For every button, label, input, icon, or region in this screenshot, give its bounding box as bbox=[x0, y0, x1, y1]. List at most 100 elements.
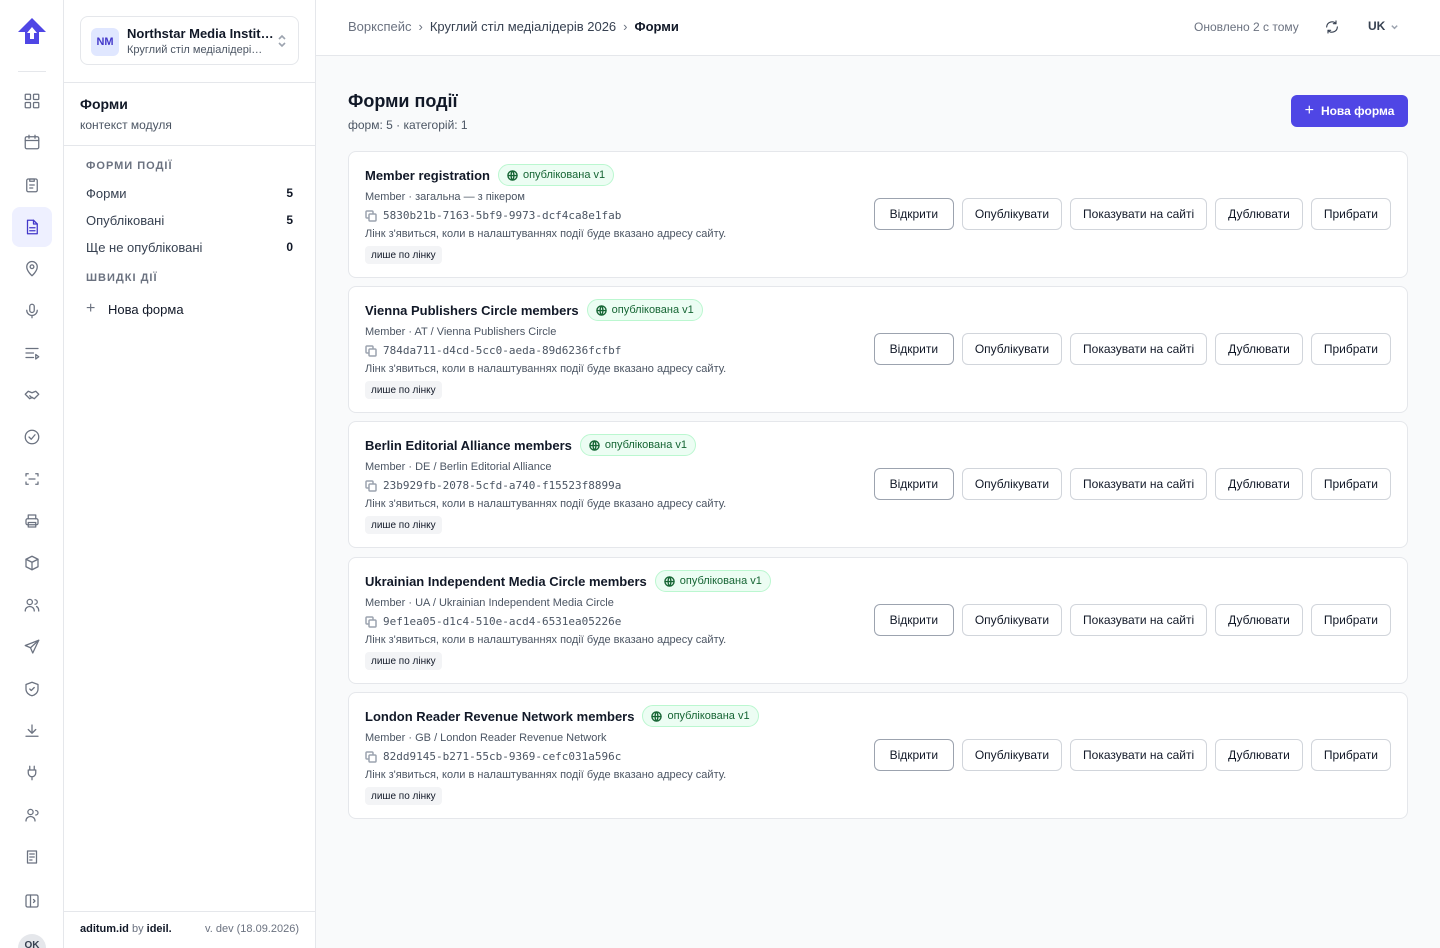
clipboard-icon[interactable] bbox=[12, 165, 52, 205]
form-title[interactable]: Member registration bbox=[365, 168, 490, 183]
duplicate-button[interactable]: Дублювати bbox=[1215, 739, 1303, 771]
form-title[interactable]: Ukrainian Independent Media Circle membe… bbox=[365, 574, 647, 589]
form-title[interactable]: London Reader Revenue Network members bbox=[365, 709, 634, 724]
publish-button[interactable]: Опублікувати bbox=[961, 198, 1063, 230]
form-meta: Member · DE / Berlin Editorial Alliance bbox=[365, 461, 552, 473]
status-badge: опублікована v1 bbox=[654, 570, 771, 592]
form-card: Berlin Editorial Alliance members опублі… bbox=[348, 421, 1408, 548]
show-on-site-button[interactable]: Показувати на сайті bbox=[1070, 604, 1208, 636]
form-uuid: 784da711-d4cd-5cc0-aeda-89d6236fcfbf bbox=[383, 344, 622, 357]
form-link-hint: Лінк з'явиться, коли в налаштуваннях под… bbox=[365, 769, 727, 781]
remove-button[interactable]: Прибрати bbox=[1310, 333, 1391, 365]
certificate-icon[interactable] bbox=[12, 837, 52, 877]
agenda-icon[interactable] bbox=[12, 333, 52, 373]
copy-icon[interactable] bbox=[365, 750, 377, 763]
duplicate-button[interactable]: Дублювати bbox=[1215, 468, 1303, 500]
page-title: Форми події bbox=[348, 91, 458, 111]
publish-button[interactable]: Опублікувати bbox=[961, 739, 1063, 771]
show-on-site-button[interactable]: Показувати на сайті bbox=[1070, 739, 1208, 771]
copy-icon[interactable] bbox=[365, 479, 377, 492]
org-switcher[interactable]: NM Northstar Media Institute Круглий сті… bbox=[80, 16, 299, 65]
visibility-tag: лише по лінку bbox=[365, 787, 442, 805]
form-title-row: London Reader Revenue Network members оп… bbox=[365, 705, 759, 727]
open-button[interactable]: Відкрити bbox=[873, 604, 954, 636]
package-icon[interactable] bbox=[12, 543, 52, 583]
duplicate-button[interactable]: Дублювати bbox=[1215, 198, 1303, 230]
shield-icon[interactable] bbox=[12, 669, 52, 709]
form-uuid-row[interactable]: 9ef1ea05-d1c4-510e-acd4-6531ea05226e bbox=[365, 615, 621, 628]
form-uuid: 23b929fb-2078-5cfd-a740-f15523f8899a bbox=[383, 479, 622, 492]
form-card: Vienna Publishers Circle members опублік… bbox=[348, 286, 1408, 413]
printer-icon[interactable] bbox=[12, 501, 52, 541]
language-selector[interactable]: UK bbox=[1368, 19, 1399, 33]
plus-icon: + bbox=[1304, 102, 1314, 119]
copy-icon[interactable] bbox=[365, 615, 377, 628]
app-rail: OK bbox=[0, 0, 64, 948]
user-avatar[interactable]: OK bbox=[18, 934, 46, 948]
section-quick-heading: Швидкі дії bbox=[86, 272, 158, 284]
globe-icon bbox=[507, 169, 518, 181]
globe-icon bbox=[595, 304, 607, 316]
globe-icon bbox=[663, 575, 675, 587]
handshake-icon[interactable] bbox=[12, 375, 52, 415]
open-button[interactable]: Відкрити bbox=[873, 198, 954, 230]
remove-button[interactable]: Прибрати bbox=[1310, 604, 1391, 636]
quick-new-form[interactable]: + Нова форма bbox=[86, 301, 184, 317]
scan-icon[interactable] bbox=[12, 459, 52, 499]
location-icon[interactable] bbox=[12, 249, 52, 289]
plug-icon[interactable] bbox=[12, 753, 52, 793]
calendar-icon[interactable] bbox=[12, 122, 52, 162]
show-on-site-button[interactable]: Показувати на сайті bbox=[1070, 333, 1208, 365]
remove-button[interactable]: Прибрати bbox=[1310, 468, 1391, 500]
visibility-tag: лише по лінку bbox=[365, 381, 442, 399]
users-alt-icon[interactable] bbox=[12, 795, 52, 835]
open-button[interactable]: Відкрити bbox=[873, 739, 954, 771]
new-form-button[interactable]: + Нова форма bbox=[1291, 95, 1408, 127]
form-title[interactable]: Berlin Editorial Alliance members bbox=[365, 438, 572, 453]
form-uuid-row[interactable]: 82dd9145-b271-55cb-9369-cefc031a596c bbox=[365, 750, 621, 763]
app-logo-icon[interactable] bbox=[16, 16, 48, 48]
show-on-site-button[interactable]: Показувати на сайті bbox=[1070, 468, 1208, 500]
publish-button[interactable]: Опублікувати bbox=[961, 468, 1063, 500]
remove-button[interactable]: Прибрати bbox=[1310, 198, 1391, 230]
sidebar-item-published[interactable]: Опубліковані 5 bbox=[86, 210, 293, 230]
org-event-name: Круглий стіл медіалідерів 2026 bbox=[127, 44, 267, 56]
sidebar-item-count: 0 bbox=[286, 240, 293, 254]
sidebar-divider bbox=[64, 911, 315, 912]
document-icon[interactable] bbox=[12, 207, 52, 247]
remove-button[interactable]: Прибрати bbox=[1310, 739, 1391, 771]
sidebar-item-unpublished[interactable]: Ще не опубліковані 0 bbox=[86, 237, 293, 257]
module-subtitle: контекст модуля bbox=[80, 118, 172, 132]
users-icon[interactable] bbox=[12, 585, 52, 625]
open-button[interactable]: Відкрити bbox=[873, 333, 954, 365]
form-uuid-row[interactable]: 784da711-d4cd-5cc0-aeda-89d6236fcfbf bbox=[365, 344, 621, 357]
breadcrumb-event[interactable]: Круглий стіл медіалідерів 2026 bbox=[430, 19, 616, 34]
module-sidebar: NM Northstar Media Institute Круглий сті… bbox=[64, 0, 316, 948]
open-button[interactable]: Відкрити bbox=[873, 468, 954, 500]
chevron-down-icon bbox=[1391, 24, 1399, 29]
form-uuid-row[interactable]: 23b929fb-2078-5cfd-a740-f15523f8899a bbox=[365, 479, 621, 492]
check-circle-icon[interactable] bbox=[12, 417, 52, 457]
form-title-row: Ukrainian Independent Media Circle membe… bbox=[365, 570, 771, 592]
show-on-site-button[interactable]: Показувати на сайті bbox=[1070, 198, 1208, 230]
form-uuid-row[interactable]: 5830b21b-7163-5bf9-9973-dcf4ca8e1fab bbox=[365, 209, 621, 222]
breadcrumb-workspace[interactable]: Воркспейс bbox=[348, 19, 412, 34]
send-icon[interactable] bbox=[12, 627, 52, 667]
form-actions: Відкрити Опублікувати Показувати на сайт… bbox=[873, 468, 1391, 500]
duplicate-button[interactable]: Дублювати bbox=[1215, 604, 1303, 636]
form-title[interactable]: Vienna Publishers Circle members bbox=[365, 303, 579, 318]
sidebar-item-forms[interactable]: Форми 5 bbox=[86, 183, 293, 203]
copy-icon[interactable] bbox=[365, 344, 377, 357]
sidebar-toggle-icon[interactable] bbox=[12, 881, 52, 921]
publish-button[interactable]: Опублікувати bbox=[961, 604, 1063, 636]
duplicate-button[interactable]: Дублювати bbox=[1215, 333, 1303, 365]
download-icon[interactable] bbox=[12, 711, 52, 751]
quick-new-form-label: Нова форма bbox=[108, 301, 184, 317]
copy-icon[interactable] bbox=[365, 209, 377, 222]
microphone-icon[interactable] bbox=[12, 291, 52, 331]
refresh-icon[interactable] bbox=[1324, 19, 1340, 35]
publish-button[interactable]: Опублікувати bbox=[961, 333, 1063, 365]
form-meta: Member · GB / London Reader Revenue Netw… bbox=[365, 732, 607, 744]
dashboard-icon[interactable] bbox=[12, 81, 52, 121]
form-uuid: 9ef1ea05-d1c4-510e-acd4-6531ea05226e bbox=[383, 615, 622, 628]
